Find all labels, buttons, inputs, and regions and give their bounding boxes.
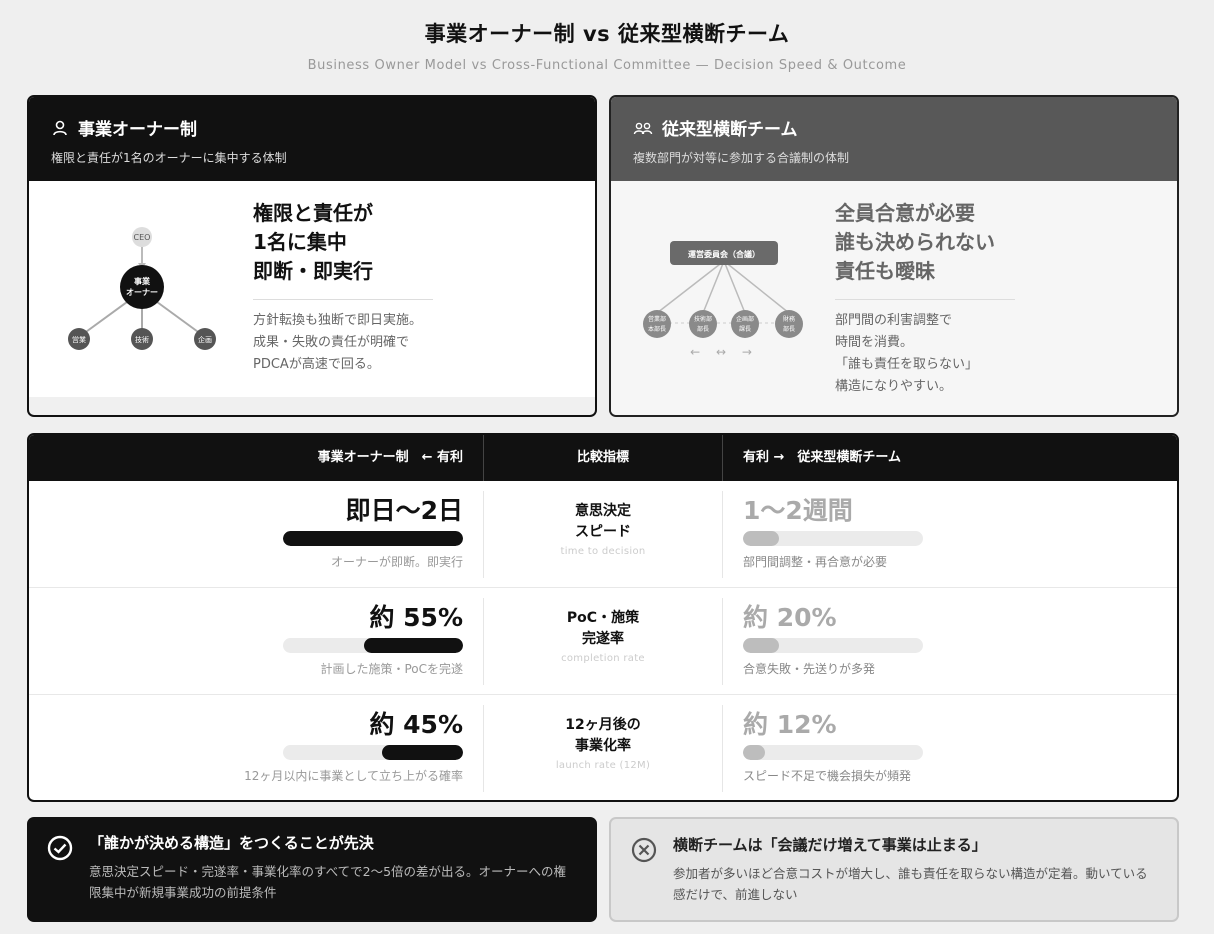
committee-bar-fill xyxy=(743,745,765,760)
owner-value: 約 45% xyxy=(369,710,463,739)
bidirectional-arrows: ← ↔ → xyxy=(690,345,758,359)
dept-node-label: 企画 xyxy=(198,335,212,344)
dept-node-label: 技術 xyxy=(135,335,149,344)
check-circle-icon xyxy=(47,835,73,861)
committee-value: 約 20% xyxy=(743,603,837,632)
dept-node-label: 営業 xyxy=(72,335,86,344)
owner-bar-fill xyxy=(283,531,463,546)
member-label: 本部長 xyxy=(648,325,666,333)
owner-conclusion-title: 「誰かが決める構造」をつくることが先決 xyxy=(89,834,374,852)
owner-bar-track xyxy=(283,638,463,653)
owner-card-header: 事業オーナー制 権限と責任が1名のオーナーに集中する体制 xyxy=(29,97,595,181)
committee-card-title: 従来型横断チーム xyxy=(662,120,798,140)
owner-node-label-1: 事業 xyxy=(134,276,151,286)
owner-note: 12ヶ月以内に事業として立ち上がる確率 xyxy=(244,769,463,783)
metric-sub: completion rate xyxy=(561,653,645,664)
committee-note: 合意失敗・先送りが多発 xyxy=(743,662,876,676)
committee-bar-track xyxy=(743,531,923,546)
table-row: 約 55% 計画した施策・PoCを完遂 PoC・施策 完遂率 completio… xyxy=(29,588,1177,695)
owner-card-body: CEO 事業 オーナー 営業 技術 企画 権限と責任が 1名に集中 即断・即実行… xyxy=(29,181,595,397)
ceo-label: CEO xyxy=(134,233,151,242)
committee-box-label: 運営委員会（合議） xyxy=(688,249,760,259)
owner-conclusion-box: 「誰かが決める構造」をつくることが先決 意思決定スピード・完遂率・事業化率のすべ… xyxy=(27,817,597,922)
table-row: 即日〜2日 オーナーが即断。即実行 意思決定 スピード time to deci… xyxy=(29,481,1177,588)
member-label: 財務 xyxy=(783,315,795,323)
page-title: 事業オーナー制 vs 従来型横断チーム xyxy=(424,22,790,46)
committee-conclusion-desc: 参加者が多いほど合意コストが増大し、誰も責任を取らない構造が定着。動いている感だ… xyxy=(673,866,1148,902)
person-icon xyxy=(53,120,67,135)
owner-node-label-2: オーナー xyxy=(126,288,158,297)
committee-org-diagram: 運営委員会（合議） 営業部 本部長 技術部 部長 企画部 課長 財務 部長 ← … xyxy=(643,241,803,359)
committee-bar-track xyxy=(743,638,923,653)
committee-card-desc: 複数部門が対等に参加する合議制の体制 xyxy=(633,151,850,165)
committee-value: 1〜2週間 xyxy=(743,496,853,525)
metric-sub: time to decision xyxy=(560,546,646,557)
member-label: 営業部 xyxy=(648,315,666,323)
owner-node xyxy=(120,265,164,309)
committee-card-body: 運営委員会（合議） 営業部 本部長 技術部 部長 企画部 課長 財務 部長 ← … xyxy=(611,181,1177,415)
committee-headline: 全員合意が必要 誰も決められない 責任も曖昧 xyxy=(835,201,995,283)
committee-note: 部門間調整・再合意が必要 xyxy=(743,555,888,569)
owner-body-text: 方針転換も独断で即日実施。 成果・失敗の責任が明確で PDCAが高速で回る。 xyxy=(253,313,423,372)
metric-name: 12ヶ月後の 事業化率 xyxy=(565,717,641,754)
table-header: 事業オーナー制 ← 有利 比較指標 有利 → 従来型横断チーム xyxy=(29,435,1177,481)
page-subtitle: Business Owner Model vs Cross-Functional… xyxy=(307,58,907,73)
committee-note: スピード不足で機会損失が頻発 xyxy=(743,769,912,783)
member-node xyxy=(731,310,759,338)
member-node xyxy=(643,310,671,338)
x-circle-icon xyxy=(631,837,657,863)
owner-conclusion-desc: 意思決定スピード・完遂率・事業化率のすべてで2〜5倍の差が出る。オーナーへの権限… xyxy=(89,864,567,900)
owner-card-desc: 権限と責任が1名のオーナーに集中する体制 xyxy=(51,151,287,165)
owner-bar-fill xyxy=(382,745,463,760)
member-label: 課長 xyxy=(739,325,751,333)
owner-value: 約 55% xyxy=(369,603,463,632)
committee-bar-fill xyxy=(743,638,779,653)
owner-model-card: 事業オーナー制 権限と責任が1名のオーナーに集中する体制 CEO 事業 オーナー… xyxy=(27,95,597,417)
table-row: 約 45% 12ヶ月以内に事業として立ち上がる確率 12ヶ月後の 事業化率 la… xyxy=(29,695,1177,800)
owner-note: オーナーが即断。即実行 xyxy=(330,555,463,569)
owner-bar-fill xyxy=(364,638,463,653)
member-node xyxy=(775,310,803,338)
group-icon xyxy=(633,122,653,134)
owner-card-title: 事業オーナー制 xyxy=(78,120,197,140)
metric-name: 意思決定 スピード xyxy=(575,503,631,540)
member-label: 企画部 xyxy=(736,315,754,323)
member-label: 部長 xyxy=(783,325,795,333)
committee-body-text: 部門間の利害調整で 時間を消費。 「誰も責任を取らない」 構造になりやすい。 xyxy=(835,313,979,394)
owner-note: 計画した施策・PoCを完遂 xyxy=(320,662,463,676)
header-committee: 有利 → 従来型横断チーム xyxy=(743,450,902,465)
owner-headline: 権限と責任が 1名に集中 即断・即実行 xyxy=(253,201,373,283)
committee-model-card: 従来型横断チーム 複数部門が対等に参加する合議制の体制 運営委員会（合議） 営業… xyxy=(609,95,1179,417)
metric-sub: launch rate (12M) xyxy=(555,760,651,771)
owner-org-diagram: CEO 事業 オーナー 営業 技術 企画 xyxy=(68,227,216,350)
owner-bar-track xyxy=(283,745,463,760)
header-owner: 事業オーナー制 ← 有利 xyxy=(29,435,484,481)
committee-card-header: 従来型横断チーム 複数部門が対等に参加する合議制の体制 xyxy=(611,97,1177,181)
committee-bar-fill xyxy=(743,531,779,546)
committee-conclusion-box: 横断チームは「会議だけ増えて事業は止まる」 参加者が多いほど合意コストが増大し、… xyxy=(609,817,1179,922)
metric-name: PoC・施策 完遂率 xyxy=(566,610,640,647)
owner-value: 即日〜2日 xyxy=(345,496,463,525)
committee-value: 約 12% xyxy=(743,710,837,739)
owner-bar-track xyxy=(283,531,463,546)
committee-bar-track xyxy=(743,745,923,760)
member-label: 部長 xyxy=(697,325,709,333)
divider xyxy=(835,299,1015,300)
member-label: 技術部 xyxy=(694,315,712,323)
committee-conclusion-title: 横断チームは「会議だけ増えて事業は止まる」 xyxy=(673,836,987,854)
member-node xyxy=(689,310,717,338)
comparison-table: 事業オーナー制 ← 有利 比較指標 有利 → 従来型横断チーム 即日〜2日 オー… xyxy=(27,433,1179,802)
divider xyxy=(253,299,433,300)
header-metric: 比較指標 xyxy=(484,435,723,481)
